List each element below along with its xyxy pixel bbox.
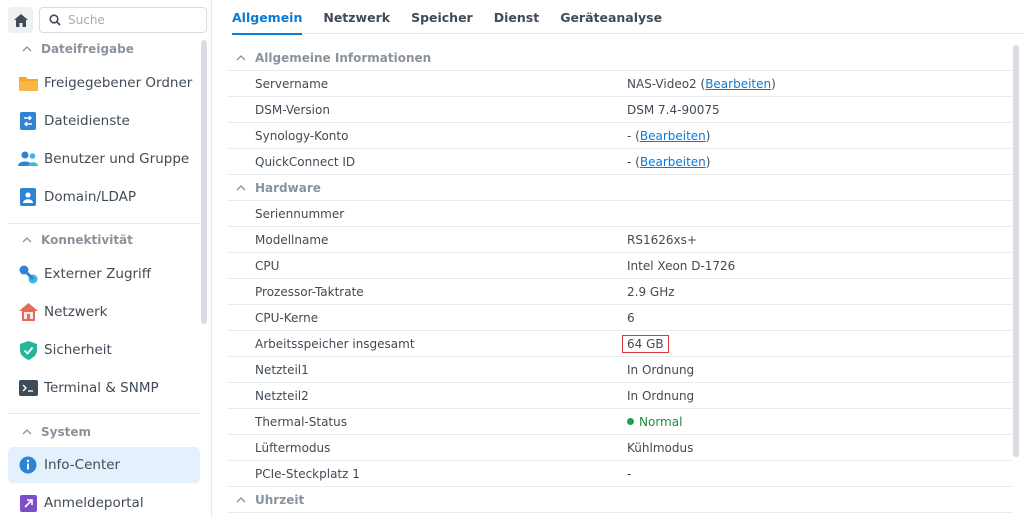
- status-ok-dot-icon: [627, 418, 634, 425]
- sidebar-item-netzwerk[interactable]: Netzwerk: [8, 294, 200, 330]
- section-konnektivitaet[interactable]: Konnektivität: [22, 233, 133, 247]
- chevron-up-icon: [22, 429, 32, 435]
- sidebar: Dateifreigabe Freigegebener Ordner Datei…: [0, 0, 212, 518]
- search-box[interactable]: [39, 7, 207, 33]
- folder-icon: [18, 77, 38, 91]
- tab-bar: Allgemein Netzwerk Speicher Dienst Gerät…: [232, 0, 1024, 35]
- sidebar-item-domain-ldap[interactable]: Domain/LDAP: [8, 179, 200, 215]
- group-header-hardware[interactable]: Hardware: [228, 175, 1012, 201]
- table-row: CPU-Kerne 6: [228, 305, 1012, 331]
- tab-dienst[interactable]: Dienst: [494, 0, 539, 34]
- table-row: Servername NAS-Video2 (Bearbeiten): [228, 71, 1012, 97]
- network-house-icon: [18, 303, 38, 321]
- sidebar-item-benutzer-und-gruppe[interactable]: Benutzer und Gruppe: [8, 141, 200, 177]
- content-scrollbar[interactable]: [1013, 45, 1019, 457]
- table-row: PCIe-Steckplatz 1 -: [228, 461, 1012, 487]
- sidebar-item-freigegebener-ordner[interactable]: Freigegebener Ordner: [8, 65, 200, 101]
- table-row: Lüftermodus Kühlmodus: [228, 435, 1012, 461]
- login-portal-icon: [19, 494, 37, 512]
- section-dateifreigabe[interactable]: Dateifreigabe: [22, 42, 134, 56]
- sidebar-item-externer-zugriff[interactable]: Externer Zugriff: [8, 256, 200, 292]
- tab-netzwerk[interactable]: Netzwerk: [323, 0, 390, 34]
- table-row: Netzteil1 In Ordnung: [228, 357, 1012, 383]
- table-row: Prozessor-Taktrate 2.9 GHz: [228, 279, 1012, 305]
- sidebar-divider: [8, 223, 200, 224]
- users-icon: [18, 151, 38, 166]
- table-row: QuickConnect ID - (Bearbeiten): [228, 149, 1012, 175]
- chevron-up-icon: [22, 237, 32, 243]
- edit-servername-link[interactable]: Bearbeiten: [705, 77, 771, 91]
- table-row: CPU Intel Xeon D-1726: [228, 253, 1012, 279]
- table-row: Seriennummer: [228, 201, 1012, 227]
- chevron-up-icon: [236, 184, 246, 190]
- table-row: Modellname RS1626xs+: [228, 227, 1012, 253]
- chevron-up-icon: [236, 496, 246, 502]
- memory-value-highlight: 64 GB: [622, 334, 669, 353]
- table-row: Arbeitsspeicher insgesamt 64 GB: [228, 331, 1012, 357]
- tab-geraeteanalyse[interactable]: Geräteanalyse: [560, 0, 662, 34]
- sidebar-item-dateidienste[interactable]: Dateidienste: [8, 103, 200, 139]
- search-input[interactable]: [68, 13, 198, 27]
- file-services-icon: [20, 112, 36, 130]
- table-row: Synology-Konto - (Bearbeiten): [228, 123, 1012, 149]
- sidebar-item-anmeldeportal[interactable]: Anmeldeportal: [8, 485, 200, 518]
- info-table: Allgemeine Informationen Servername NAS-…: [228, 45, 1012, 513]
- search-icon: [49, 14, 61, 26]
- sidebar-item-info-center[interactable]: Info-Center: [8, 447, 200, 483]
- thermal-status-value: Normal: [639, 414, 683, 429]
- section-system[interactable]: System: [22, 425, 91, 439]
- chevron-up-icon: [22, 46, 32, 52]
- external-access-icon: [19, 265, 37, 283]
- info-icon: [19, 456, 37, 474]
- sidebar-item-sicherheit[interactable]: Sicherheit: [8, 332, 200, 368]
- tab-speicher[interactable]: Speicher: [411, 0, 473, 34]
- group-header-general[interactable]: Allgemeine Informationen: [228, 45, 1012, 71]
- row-key: Servername: [255, 76, 329, 91]
- terminal-icon: [18, 380, 38, 396]
- shield-icon: [19, 340, 37, 360]
- table-row: Netzteil2 In Ordnung: [228, 383, 1012, 409]
- edit-quickconnect-link[interactable]: Bearbeiten: [640, 155, 706, 169]
- chevron-up-icon: [236, 54, 246, 60]
- group-header-time[interactable]: Uhrzeit: [228, 487, 1012, 513]
- sidebar-divider: [8, 413, 200, 414]
- main-panel: Allgemein Netzwerk Speicher Dienst Gerät…: [212, 0, 1024, 518]
- domain-icon: [20, 188, 36, 206]
- edit-synology-account-link[interactable]: Bearbeiten: [640, 129, 706, 143]
- home-button[interactable]: [8, 7, 33, 33]
- table-row: Thermal-Status Normal: [228, 409, 1012, 435]
- tab-allgemein[interactable]: Allgemein: [232, 0, 303, 35]
- sidebar-item-terminal-snmp[interactable]: Terminal & SNMP: [8, 370, 200, 406]
- sidebar-scrollbar[interactable]: [201, 40, 207, 324]
- table-row: DSM-Version DSM 7.4-90075: [228, 97, 1012, 123]
- home-icon: [13, 13, 28, 27]
